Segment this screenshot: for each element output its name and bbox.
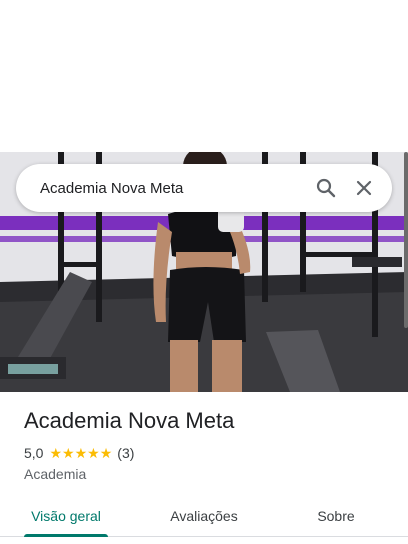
rating-row[interactable]: 5,0 ★ ★ ★ ★ ★ (3)	[24, 445, 134, 461]
search-bar[interactable]: Academia Nova Meta	[16, 164, 392, 212]
tab-overview[interactable]: Visão geral	[24, 496, 108, 536]
place-tabs: Visão geral Avaliações Sobre	[0, 496, 408, 537]
tab-about[interactable]: Sobre	[300, 496, 372, 536]
star-icon: ★	[87, 445, 100, 461]
search-query[interactable]: Academia Nova Meta	[40, 180, 314, 197]
scrollbar-thumb[interactable]	[404, 152, 408, 328]
star-rating: ★ ★ ★ ★ ★	[49, 446, 112, 460]
star-icon: ★	[74, 445, 88, 461]
tab-reviews[interactable]: Avaliações	[162, 496, 246, 536]
rating-value: 5,0	[24, 445, 44, 461]
star-icon: ★	[62, 445, 75, 461]
active-tab-indicator	[24, 534, 108, 537]
search-icon[interactable]	[314, 176, 338, 200]
star-icon: ★	[49, 445, 63, 461]
place-category[interactable]: Academia	[24, 466, 86, 482]
place-title: Academia Nova Meta	[24, 408, 235, 433]
review-count[interactable]: (3)	[117, 445, 134, 461]
star-icon: ★	[99, 445, 113, 461]
close-icon[interactable]	[352, 176, 376, 200]
